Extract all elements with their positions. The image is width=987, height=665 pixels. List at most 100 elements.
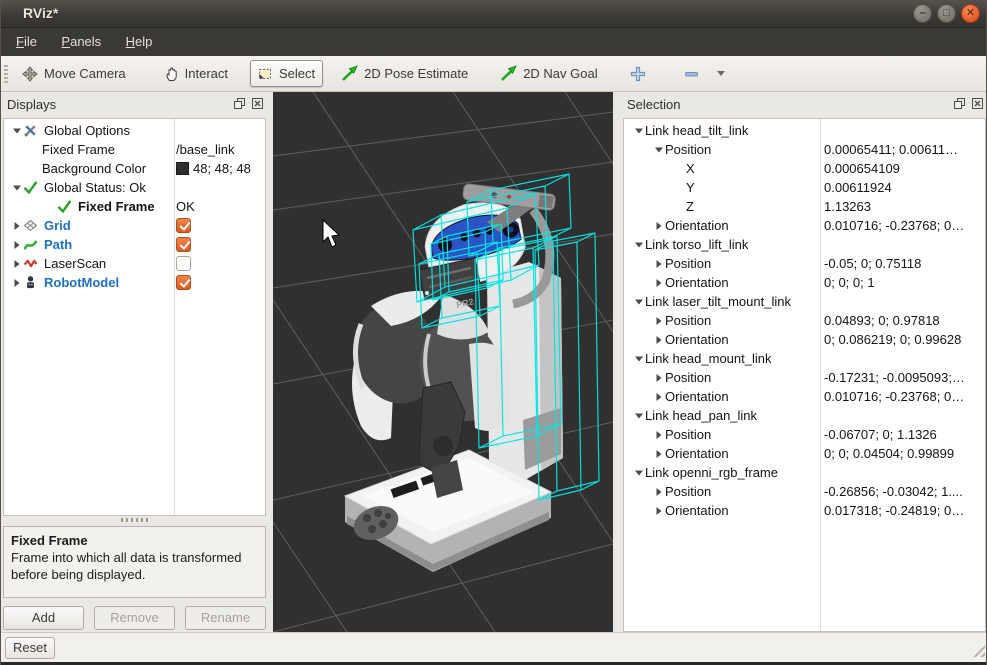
tree-row[interactable]: LaserScan <box>4 254 265 273</box>
tree-row[interactable]: Orientation 0.017318; -0.24819; 0… <box>624 501 985 520</box>
expander-arrow-icon[interactable] <box>632 349 645 368</box>
tree-row-value: 0.017318; -0.24819; 0… <box>824 503 964 518</box>
enabled-checkbox[interactable] <box>176 237 191 252</box>
selection-panel-header: Selection <box>621 92 987 118</box>
select-button[interactable]: Select <box>250 60 323 87</box>
toolbar-drag-handle[interactable] <box>4 65 8 83</box>
tree-row[interactable]: Fixed Frame OK <box>4 197 265 216</box>
expander-arrow-icon[interactable] <box>652 330 665 349</box>
expander-arrow-icon[interactable] <box>632 406 645 425</box>
expander-arrow-icon[interactable] <box>652 482 665 501</box>
pose-estimate-button[interactable]: 2D Pose Estimate <box>333 59 476 88</box>
expander-arrow-icon[interactable] <box>632 121 645 140</box>
remove-tool-button[interactable] <box>676 60 707 88</box>
tree-row[interactable]: Position -0.06707; 0; 1.1326 <box>624 425 985 444</box>
undock-panel-icon[interactable] <box>233 97 246 110</box>
expander-arrow-icon[interactable] <box>652 254 665 273</box>
expander-arrow-icon[interactable] <box>632 463 645 482</box>
tool-dropdown-button[interactable] <box>709 65 733 82</box>
tree-row[interactable]: Orientation 0.010716; -0.23768; 0… <box>624 216 985 235</box>
hand-pointer-icon <box>164 66 179 82</box>
close-panel-icon[interactable] <box>251 97 264 110</box>
tree-row[interactable]: Orientation 0; 0; 0.04504; 0.99899 <box>624 444 985 463</box>
expander-arrow-icon[interactable] <box>632 235 645 254</box>
expander-arrow-icon[interactable] <box>10 254 23 273</box>
plus-icon <box>630 66 646 82</box>
interact-button[interactable]: Interact <box>156 60 236 88</box>
menu-help[interactable]: Help <box>116 28 163 56</box>
close-panel-icon[interactable] <box>971 97 984 110</box>
expander-arrow-icon[interactable] <box>652 140 665 159</box>
expander-arrow-icon[interactable] <box>632 292 645 311</box>
tree-row[interactable]: Position 0.00065411; 0.00611… <box>624 140 985 159</box>
add-display-button[interactable]: Add <box>3 606 84 630</box>
undock-panel-icon[interactable] <box>953 97 966 110</box>
expander-arrow-icon[interactable] <box>10 216 23 235</box>
tree-row[interactable]: Orientation 0; 0; 0; 1 <box>624 273 985 292</box>
enabled-checkbox[interactable] <box>176 256 191 271</box>
tree-row[interactable]: Position -0.17231; -0.0095093;… <box>624 368 985 387</box>
tree-row[interactable]: Global Options <box>4 121 265 140</box>
menu-file[interactable]: File <box>6 28 47 56</box>
green-arrow-icon <box>500 65 517 82</box>
tree-row-label: Position <box>665 256 711 271</box>
nav-goal-button[interactable]: 2D Nav Goal <box>492 59 605 88</box>
tree-row[interactable]: RobotModel <box>4 273 265 292</box>
tree-row[interactable]: Link openni_rgb_frame <box>624 463 985 482</box>
maximize-button[interactable]: □ <box>937 4 956 23</box>
tree-row-value: 1.13263 <box>824 199 871 214</box>
tree-row[interactable]: Grid <box>4 216 265 235</box>
tree-row[interactable]: Link head_tilt_link <box>624 121 985 140</box>
close-button[interactable]: ✕ <box>961 4 980 23</box>
expander-arrow-icon[interactable] <box>10 235 23 254</box>
tree-row[interactable]: X 0.000654109 <box>624 159 985 178</box>
tree-row[interactable]: Fixed Frame /base_link <box>4 140 265 159</box>
tree-row[interactable]: Position -0.05; 0; 0.75118 <box>624 254 985 273</box>
expander-arrow-icon[interactable] <box>10 178 23 197</box>
tree-row[interactable]: Position -0.26856; -0.03042; 1.... <box>624 482 985 501</box>
reset-button[interactable]: Reset <box>5 637 55 659</box>
expander-arrow-icon[interactable] <box>652 387 665 406</box>
tree-row[interactable]: Global Status: Ok <box>4 178 265 197</box>
tree-row[interactable]: Orientation 0.010716; -0.23768; 0… <box>624 387 985 406</box>
selection-tree: Link head_tilt_link Position 0.00065411;… <box>623 118 986 632</box>
tree-row-label: Background Color <box>42 161 146 176</box>
add-tool-button[interactable] <box>622 60 654 88</box>
check-icon <box>23 180 40 195</box>
tree-row[interactable]: Y 0.00611924 <box>624 178 985 197</box>
menu-panels[interactable]: Panels <box>51 28 111 56</box>
panel-splitter-handle[interactable] <box>121 518 149 522</box>
expander-arrow-icon[interactable] <box>652 216 665 235</box>
expander-arrow-icon[interactable] <box>652 311 665 330</box>
enabled-checkbox[interactable] <box>176 218 191 233</box>
tree-row[interactable]: Background Color 48; 48; 48 <box>4 159 265 178</box>
remove-display-button[interactable]: Remove <box>94 606 175 630</box>
select-label: Select <box>279 66 315 81</box>
tree-row[interactable]: Link head_pan_link <box>624 406 985 425</box>
enabled-checkbox[interactable] <box>176 275 191 290</box>
tree-row[interactable]: Z 1.13263 <box>624 197 985 216</box>
toolbar: Move Camera Interact Select 2D Pose Esti… <box>1 56 986 92</box>
expander-arrow-icon[interactable] <box>10 273 23 292</box>
expander-arrow-icon[interactable] <box>652 368 665 387</box>
expander-arrow-icon[interactable] <box>652 501 665 520</box>
tree-row[interactable]: Link laser_tilt_mount_link <box>624 292 985 311</box>
expander-arrow-icon[interactable] <box>652 425 665 444</box>
tree-row[interactable]: Position 0.04893; 0; 0.97818 <box>624 311 985 330</box>
menubar: File Panels Help <box>1 28 986 56</box>
tree-row[interactable]: Orientation 0; 0.086219; 0; 0.99628 <box>624 330 985 349</box>
expander-arrow-icon[interactable] <box>652 444 665 463</box>
move-camera-button[interactable]: Move Camera <box>14 60 134 88</box>
expander-arrow-icon[interactable] <box>10 121 23 140</box>
titlebar[interactable]: RViz* – □ ✕ <box>1 0 986 28</box>
expander-arrow-icon[interactable] <box>652 273 665 292</box>
resize-grip[interactable] <box>972 644 985 657</box>
tree-row[interactable]: Link torso_lift_link <box>624 235 985 254</box>
3d-viewport[interactable]: PR2 <box>273 92 613 632</box>
minimize-button[interactable]: – <box>913 4 932 23</box>
3d-scene: PR2 <box>273 92 613 632</box>
tree-row[interactable]: Path <box>4 235 265 254</box>
rename-display-button[interactable]: Rename <box>185 606 266 630</box>
tree-row-label: Orientation <box>665 446 729 461</box>
tree-row[interactable]: Link head_mount_link <box>624 349 985 368</box>
